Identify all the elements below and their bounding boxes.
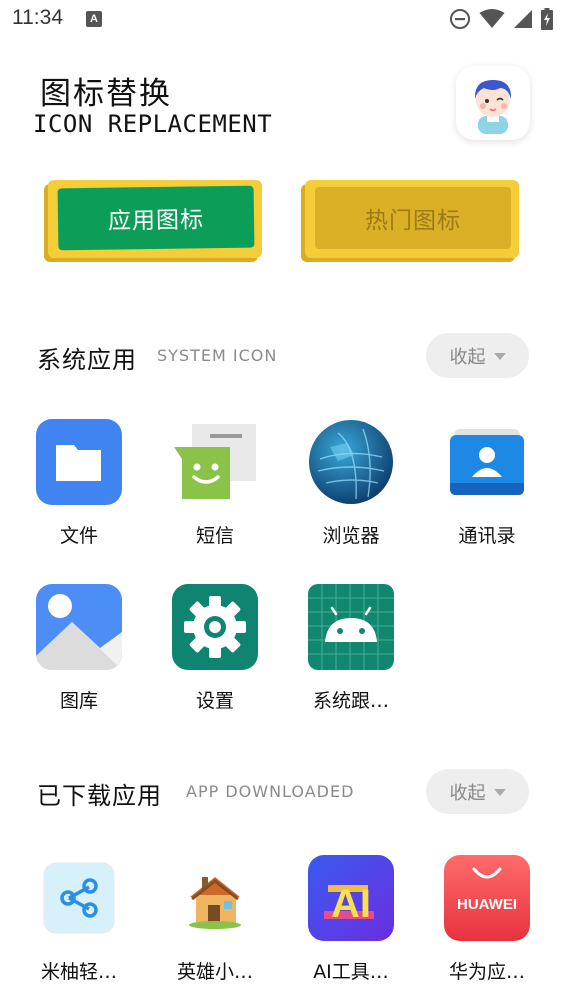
contacts-icon <box>444 419 530 505</box>
system-section-subtitle: SYSTEM ICON <box>157 346 278 365</box>
app-label: 英雄小… <box>176 961 253 983</box>
app-label: 米柚轻… <box>40 961 117 983</box>
downloaded-section-subtitle: APP DOWNLOADED <box>186 782 355 801</box>
tab-app-icons-label: 应用图标 <box>57 185 255 251</box>
chevron-down-icon <box>493 789 506 796</box>
wifi-icon <box>479 9 505 28</box>
huawei-icon-text: HUAWEI <box>457 896 517 913</box>
downloaded-collapse-button[interactable]: 收起 <box>426 769 529 814</box>
app-label: AI工具… <box>313 961 389 983</box>
page-subtitle: ICON REPLACEMENT <box>33 110 273 138</box>
app-label: 设置 <box>195 690 234 712</box>
chevron-down-icon <box>493 353 506 360</box>
messages-icon <box>172 419 258 505</box>
app-label: 通讯录 <box>458 525 516 547</box>
browser-globe-icon <box>308 419 394 505</box>
page-title: 图标替换 <box>40 76 172 112</box>
app-label: 图库 <box>59 690 98 712</box>
tab-app-icons[interactable]: 应用图标 <box>44 180 262 262</box>
tab-hot-icons-label: 热门图标 <box>315 187 511 249</box>
avatar-icon <box>474 80 512 134</box>
folder-icon <box>36 419 122 505</box>
status-icons <box>449 7 553 31</box>
gallery-icon <box>36 584 122 670</box>
app-label: 系统跟… <box>312 690 389 712</box>
house-icon <box>172 855 258 941</box>
signal-icon <box>514 10 532 28</box>
status-time: 11:34 <box>12 6 63 29</box>
ai-icon-text: AI <box>331 882 371 926</box>
app-label: 浏览器 <box>322 525 380 547</box>
huawei-appgallery-icon: HUAWEI <box>444 855 530 941</box>
do-not-disturb-icon <box>450 9 470 29</box>
collapse-label: 收起 <box>449 782 486 804</box>
app-label: 华为应… <box>448 961 525 983</box>
system-section-title: 系统应用 <box>37 346 137 374</box>
downloaded-section-title: 已下载应用 <box>37 782 162 810</box>
notification-icon: A <box>86 11 102 27</box>
battery-icon <box>541 8 553 30</box>
settings-gear-icon <box>172 584 258 670</box>
share-icon <box>36 855 122 941</box>
app-label: 文件 <box>59 525 98 547</box>
tab-hot-icons[interactable]: 热门图标 <box>301 180 519 262</box>
avatar[interactable] <box>456 66 530 140</box>
android-icon <box>308 584 394 670</box>
app-label: 短信 <box>195 525 234 547</box>
system-collapse-button[interactable]: 收起 <box>426 333 529 378</box>
status-bar: 11:34 A <box>0 0 565 38</box>
ai-tools-icon: AI <box>308 855 394 941</box>
collapse-label: 收起 <box>449 346 486 368</box>
